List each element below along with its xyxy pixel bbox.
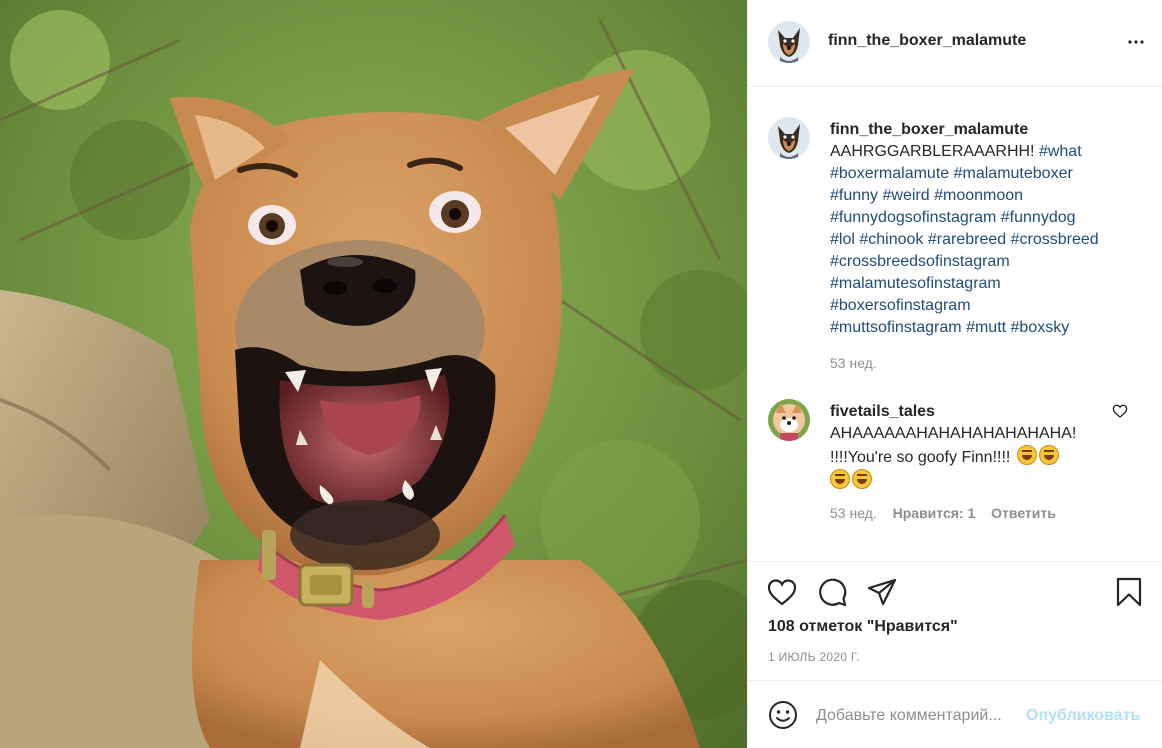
hashtag-link[interactable]: #funnydog [1001,209,1076,226]
add-comment-bar: Опубликовать [748,680,1162,748]
comment-text-line: AHAAAAAAHAHAHAHAHAHAHA! [830,425,1077,442]
comment-likes-count[interactable]: Нравится: 1 [893,505,976,521]
caption-text-block: finn_the_boxer_malamute AAHRGGARBLERAAAR… [830,119,1150,339]
comments-section[interactable]: finn_the_boxer_malamute AAHRGGARBLERAAAR… [748,87,1162,560]
hashtag-link[interactable]: #weird [883,187,930,204]
rofl-emoji-icon [830,469,850,489]
heart-icon[interactable] [766,576,798,608]
comment-text: !!!!You're so goofy Finn!!!! [830,449,1011,466]
hashtag-link[interactable]: #boxermalamute [830,165,949,182]
post-header: finn_the_boxer_malamute [748,0,1162,86]
caption-author-avatar[interactable] [768,117,810,159]
rofl-emoji-icon [1038,445,1059,465]
more-options-icon[interactable] [1124,30,1148,54]
hashtag-link[interactable]: #funny [830,187,878,204]
dog-avatar-icon [768,21,810,63]
comment-text-line: !!!!You're so goofy Finn!!!! [830,445,1100,469]
caption-line: #funnydogsofinstagram #funnydog [830,207,1150,229]
hashtag-link[interactable]: #malamutesofinstagram [830,275,1001,292]
publish-button[interactable]: Опубликовать [1026,707,1140,725]
hashtag-link[interactable]: #boxersofinstagram [830,297,971,314]
caption-text: AAHRGGARBLERAAARHH! #what #boxermalamute … [830,141,1150,339]
likes-count[interactable]: 108 отметок "Нравится" [768,618,958,636]
author-avatar[interactable] [768,21,810,63]
reply-button[interactable]: Ответить [991,505,1056,521]
post-side-panel: finn_the_boxer_malamute finn_the_boxer_m… [747,0,1162,748]
author-username[interactable]: finn_the_boxer_malamute [828,32,1026,50]
comment-icon[interactable] [816,576,848,608]
comment-item: fivetails_tales AHAAAAAAHAHAHAHAHAHAHA! … [768,397,1148,527]
share-icon[interactable] [866,576,898,608]
dog-avatar-icon [768,117,810,159]
rofl-emoji-icon [1016,445,1037,465]
hashtag-link[interactable]: #chinook [859,231,923,248]
hashtag-link[interactable]: #what [1039,143,1082,160]
caption-line: #boxersofinstagram [830,295,1150,317]
caption-line: #funny #weird #moonmoon [830,185,1150,207]
caption-line: AAHRGGARBLERAAARHH! #what [830,141,1150,163]
hashtag-link[interactable]: #rarebreed [928,231,1006,248]
caption-line: #lol #chinook #rarebreed #crossbreed [830,229,1150,251]
rofl-emoji-icon [852,469,872,489]
dog-photo-illustration [0,0,747,748]
hashtag-link[interactable]: #lol [830,231,855,248]
hashtag-link[interactable]: #malamuteboxer [954,165,1073,182]
post-actions: 108 отметок "Нравится" 1 ИЮЛЬ 2020 Г. [748,561,1162,679]
caption-line: #crossbreedsofinstagram [830,251,1150,273]
hashtag-link[interactable]: #crossbreedsofinstagram [830,253,1010,270]
post-date[interactable]: 1 ИЮЛЬ 2020 Г. [768,650,860,664]
hashtag-link[interactable]: #crossbreed [1011,231,1099,248]
hashtag-link[interactable]: #boxsky [1011,319,1070,336]
bookmark-icon[interactable] [1113,576,1145,608]
hashtag-link[interactable]: #funnydogsofinstagram [830,209,996,226]
shiba-avatar-icon [768,399,810,441]
comment-heart-icon[interactable] [1112,403,1128,419]
comment-time[interactable]: 53 нед. [830,505,877,521]
emoji-smile-icon[interactable] [768,700,798,730]
caption-time[interactable]: 53 нед. [830,355,877,371]
caption-line: #malamutesofinstagram [830,273,1150,295]
commenter-avatar[interactable] [768,399,810,441]
comment-meta: 53 нед. Нравится: 1 Ответить [830,505,1068,521]
comment-input[interactable] [816,702,1026,730]
commenter-username[interactable]: fivetails_tales [830,401,1100,423]
hashtag-link[interactable]: #muttsofinstagram [830,319,962,336]
caption-line: #boxermalamute #malamuteboxer [830,163,1150,185]
caption-word: AAHRGGARBLERAAARHH! [830,143,1035,160]
comment-text-block: fivetails_tales AHAAAAAAHAHAHAHAHAHAHA! … [830,401,1100,493]
instagram-post: finn_the_boxer_malamute finn_the_boxer_m… [0,0,1162,748]
caption-username[interactable]: finn_the_boxer_malamute [830,119,1150,141]
post-photo[interactable] [0,0,747,748]
hashtag-link[interactable]: #mutt [966,319,1006,336]
caption-line: #muttsofinstagram #mutt #boxsky [830,317,1150,339]
comment-emoji-line [830,469,1100,493]
hashtag-link[interactable]: #moonmoon [934,187,1023,204]
